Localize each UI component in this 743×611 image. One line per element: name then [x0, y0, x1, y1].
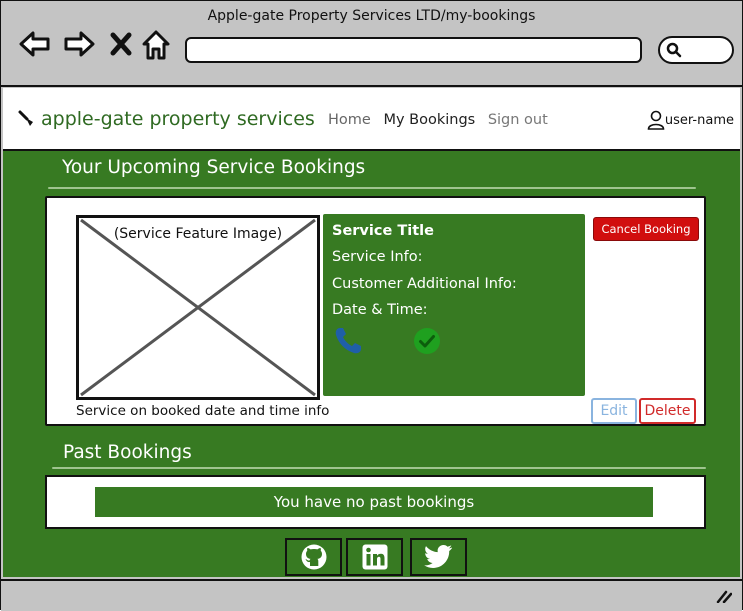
- service-title: Service Title: [332, 223, 434, 239]
- twitter-link[interactable]: [410, 538, 467, 576]
- past-bookings-title: Past Bookings: [63, 442, 192, 463]
- github-link[interactable]: [285, 538, 342, 576]
- booking-card: (Service Feature Image) Service on booke…: [45, 196, 706, 426]
- linkedin-link[interactable]: [346, 538, 403, 576]
- forward-arrow-icon[interactable]: [63, 29, 95, 59]
- window-title: Apple-gate Property Services LTD/my-book…: [207, 8, 536, 24]
- resize-handle-icon[interactable]: [716, 589, 732, 603]
- nav-my-bookings[interactable]: My Bookings: [383, 112, 475, 128]
- service-info-panel: Service Title Service Info: Customer Add…: [323, 214, 585, 396]
- linkedin-icon: [362, 544, 387, 570]
- browser-window: Apple-gate Property Services LTD/my-book…: [0, 0, 743, 611]
- close-icon[interactable]: [109, 29, 139, 59]
- check-circle-icon[interactable]: [412, 326, 442, 356]
- back-arrow-icon[interactable]: [19, 29, 50, 59]
- brand-name: apple-gate property services: [41, 108, 315, 130]
- phone-icon[interactable]: [333, 326, 363, 356]
- paintbrush-icon: [18, 110, 33, 126]
- upcoming-divider: [48, 187, 696, 189]
- delete-button[interactable]: Delete: [639, 398, 696, 424]
- nav-sign-out[interactable]: Sign out: [488, 112, 548, 128]
- github-icon: [301, 544, 326, 570]
- user-menu[interactable]: user-name: [647, 110, 734, 130]
- main-nav: Home My Bookings Sign out: [328, 112, 556, 128]
- user-icon: [647, 110, 665, 130]
- past-divider: [52, 467, 706, 469]
- customer-info-label: Customer Additional Info:: [332, 276, 517, 292]
- image-placeholder-label: (Service Feature Image): [113, 226, 283, 242]
- service-info-label: Service Info:: [332, 249, 423, 265]
- no-past-bookings-message: You have no past bookings: [95, 487, 653, 517]
- nav-home[interactable]: Home: [328, 112, 371, 128]
- edit-button[interactable]: Edit: [591, 398, 637, 424]
- date-time-label: Date & Time:: [332, 302, 428, 318]
- brand[interactable]: apple-gate property services: [17, 108, 315, 130]
- service-feature-image: (Service Feature Image): [76, 215, 320, 400]
- address-bar[interactable]: [185, 37, 642, 63]
- upcoming-title: Your Upcoming Service Bookings: [62, 157, 366, 178]
- search-box[interactable]: [658, 36, 734, 64]
- site-header: apple-gate property services Home My Boo…: [3, 88, 740, 151]
- twitter-icon: [423, 545, 452, 568]
- browser-toolbar: Apple-gate Property Services LTD/my-book…: [1, 1, 742, 87]
- home-icon[interactable]: [141, 29, 171, 60]
- main-content: Your Upcoming Service Bookings (Service …: [3, 151, 740, 577]
- cancel-booking-button[interactable]: Cancel Booking: [593, 217, 699, 241]
- image-placeholder-cross: [80, 218, 316, 397]
- search-icon: [666, 42, 682, 58]
- status-bar: [1, 579, 742, 611]
- past-bookings-card: You have no past bookings: [45, 475, 706, 529]
- user-name: user-name: [664, 112, 734, 128]
- booking-caption: Service on booked date and time info: [76, 403, 330, 419]
